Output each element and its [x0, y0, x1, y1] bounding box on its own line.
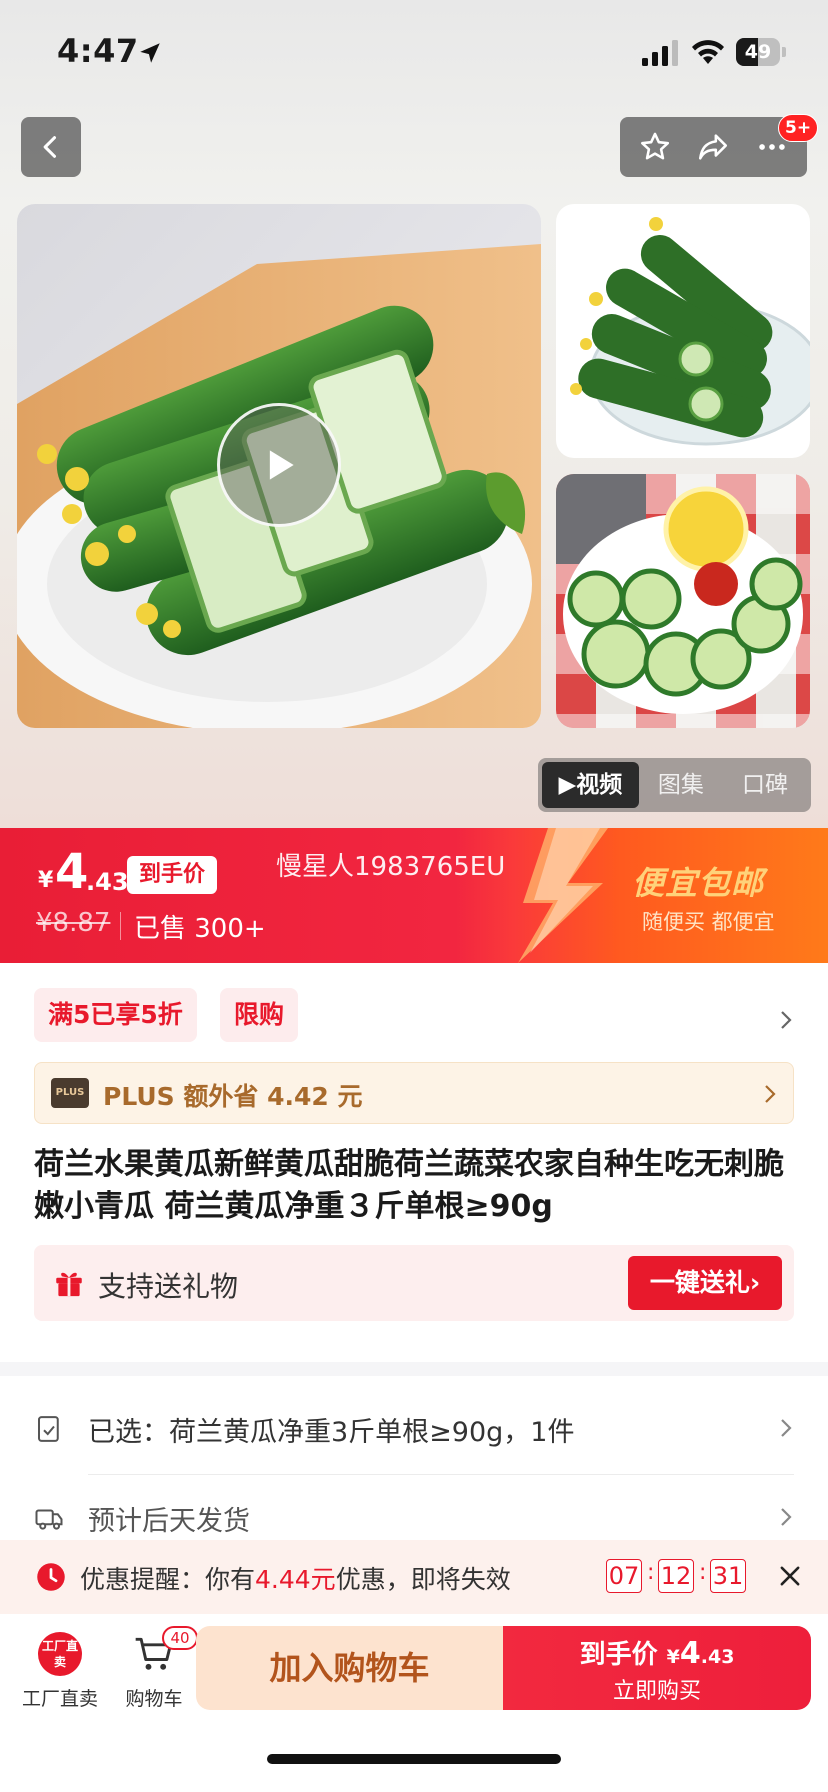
- gift-support-text: 支持送礼物: [98, 1270, 239, 1303]
- price-banner: ¥ 4 .43 到手价 ¥8.87 已售 300+ 慢星人1983765EU 便…: [0, 828, 828, 963]
- user-watermark: 慢星人1983765EU: [276, 852, 506, 882]
- buy-currency: ¥: [666, 1646, 680, 1668]
- star-icon: [641, 132, 670, 160]
- price-decimal: .43: [86, 868, 129, 896]
- battery-indicator: 49: [736, 38, 786, 66]
- selection-icon: [38, 1416, 59, 1442]
- discount-reminder-bar: 优惠提醒：你有4.44元优惠，即将失效 07 : 12 : 31: [0, 1540, 828, 1614]
- buy-price: 4: [679, 1636, 701, 1671]
- chevron-right-icon: [765, 1085, 776, 1103]
- cart-label: 购物车: [125, 1688, 183, 1710]
- timer-colon: :: [699, 1560, 707, 1585]
- factory-label: 工厂直卖: [21, 1688, 98, 1710]
- buy-price-label: 到手价: [579, 1640, 658, 1670]
- wifi-icon: [692, 40, 724, 64]
- product-title: 荷兰水果黄瓜新鲜黄瓜甜脆荷兰蔬菜农家自种生吃无刺脆嫩小青瓜 荷兰黄瓜净重３斤单根…: [34, 1147, 784, 1224]
- factory-icon: 工厂直卖: [38, 1632, 82, 1676]
- timer-minutes: 12: [658, 1559, 694, 1593]
- reminder-suffix: 优惠，即将失效: [335, 1565, 511, 1594]
- status-time: 4:47: [57, 32, 139, 70]
- plus-savings-text: PLUS 额外省 4.42 元: [103, 1082, 363, 1111]
- original-price: ¥8.87: [36, 908, 111, 938]
- buy-price-line: 到手价 ¥4.43: [503, 1634, 811, 1671]
- product-thumbnail-1[interactable]: [556, 204, 810, 458]
- add-to-cart-button[interactable]: 加入购物车: [196, 1626, 503, 1710]
- price-separator: [120, 912, 121, 940]
- reminder-prefix: 优惠提醒：你有: [80, 1565, 256, 1594]
- price-currency: ¥: [38, 868, 54, 893]
- bottom-action-bar: 工厂直卖 工厂直卖 40 购物车 加入购物车 到手价 ¥4.43 立即购买: [0, 1614, 828, 1792]
- chevron-right-icon[interactable]: [778, 1416, 794, 1440]
- send-gift-button[interactable]: 一键送礼›: [628, 1256, 782, 1310]
- close-icon[interactable]: [776, 1562, 804, 1590]
- battery-level: 49: [744, 41, 772, 63]
- buy-now-button[interactable]: 到手价 ¥4.43 立即购买: [503, 1626, 811, 1710]
- cart-icon-wrap: 40: [132, 1626, 198, 1676]
- cucumber-bowl-image: [556, 204, 810, 458]
- play-icon: [269, 450, 294, 480]
- clock-icon: [37, 1563, 65, 1591]
- main-product-image[interactable]: [17, 204, 541, 728]
- tab-reviews[interactable]: 口碑: [723, 762, 807, 808]
- timer-seconds: 31: [710, 1559, 746, 1593]
- media-tabs: ▶视频 图集 口碑: [538, 758, 811, 812]
- chevron-right-icon[interactable]: [778, 1008, 794, 1032]
- cucumber-slices-image: [556, 474, 810, 728]
- cart-count-badge: 40: [162, 1626, 198, 1650]
- lightning-bolt-icon: [518, 828, 608, 963]
- favorite-button[interactable]: [632, 124, 678, 170]
- section-divider: [0, 1362, 828, 1376]
- share-button[interactable]: [690, 124, 736, 170]
- chevron-right-icon[interactable]: [778, 1505, 794, 1529]
- factory-direct-button[interactable]: 工厂直卖 工厂直卖: [16, 1632, 104, 1711]
- tab-gallery[interactable]: 图集: [639, 762, 723, 808]
- buy-now-label: 立即购买: [612, 1679, 701, 1704]
- timer-colon: :: [647, 1560, 655, 1585]
- sold-count: 已售 300+: [134, 914, 266, 944]
- back-icon: [43, 136, 57, 158]
- signal-icon: [642, 40, 678, 66]
- buy-price-decimal: .43: [700, 1646, 735, 1668]
- selected-spec-text[interactable]: 已选：荷兰黄瓜净重3斤单根≥90g，1件: [88, 1410, 574, 1449]
- timer-hours: 07: [606, 1559, 642, 1593]
- home-indicator[interactable]: [267, 1754, 561, 1764]
- cart-button[interactable]: 40 购物车: [112, 1626, 198, 1711]
- gift-icon: [56, 1272, 82, 1297]
- gift-support-bar: 支持送礼物 一键送礼›: [34, 1245, 794, 1321]
- limit-tag[interactable]: 限购: [220, 988, 299, 1042]
- shipping-estimate[interactable]: 预计后天发货: [88, 1499, 250, 1538]
- promo-subtitle: 随便买 都便宜: [642, 910, 775, 934]
- plus-savings-bar[interactable]: PLUS PLUS 额外省 4.42 元: [34, 1062, 794, 1124]
- product-thumbnail-2[interactable]: [556, 474, 810, 728]
- reminder-amount: 4.44元: [255, 1565, 336, 1594]
- location-arrow-icon: [140, 43, 160, 63]
- reminder-text: 优惠提醒：你有4.44元优惠，即将失效: [80, 1560, 511, 1596]
- final-price-tag: 到手价: [127, 856, 217, 894]
- row-separator: [88, 1474, 794, 1475]
- truck-icon: [35, 1509, 63, 1530]
- plus-logo: PLUS: [51, 1078, 89, 1108]
- share-icon: [699, 134, 728, 160]
- notification-badge: 5+: [778, 114, 819, 142]
- back-button[interactable]: [21, 117, 81, 177]
- battery-tip: [782, 47, 786, 57]
- play-video-button[interactable]: [217, 403, 341, 527]
- price-integer: 4: [55, 844, 89, 900]
- tab-video[interactable]: ▶视频: [542, 762, 639, 808]
- promo-title: 便宜包邮: [632, 864, 765, 902]
- discount-tag[interactable]: 满5已享5折: [34, 988, 197, 1042]
